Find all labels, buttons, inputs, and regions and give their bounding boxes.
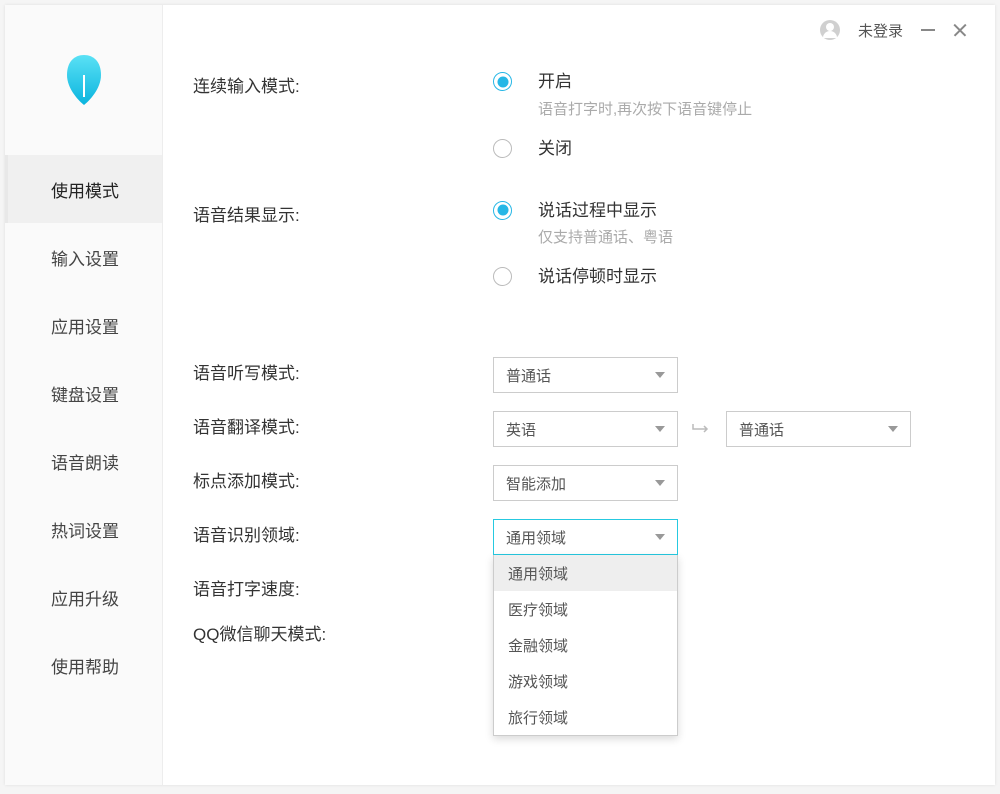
radio-hint: 仅支持普通话、粤语	[538, 226, 673, 247]
radio-input-during[interactable]	[493, 201, 512, 220]
control-punctuation-mode: 智能添加	[493, 465, 965, 501]
sidebar-item-keyboard-settings[interactable]: 键盘设置	[5, 359, 162, 427]
select-value: 通用领域	[506, 527, 655, 548]
radio-text: 开启 语音打字时,再次按下语音键停止	[538, 70, 752, 119]
login-status[interactable]: 未登录	[858, 20, 903, 41]
dropdown-item-label: 医疗领域	[508, 599, 568, 620]
row-translation-mode: 语音翻译模式: 英语 普通话	[193, 411, 965, 447]
label-voice-result-display: 语音结果显示:	[193, 199, 493, 226]
radio-label: 开启	[538, 70, 752, 94]
row-punctuation-mode: 标点添加模式: 智能添加	[193, 465, 965, 501]
radio-label: 说话过程中显示	[538, 199, 673, 223]
sidebar-item-help[interactable]: 使用帮助	[5, 631, 162, 699]
sidebar-item-label: 语音朗读	[51, 449, 119, 474]
label-dictation-mode: 语音听写模式:	[193, 357, 493, 384]
radio-label: 说话停顿时显示	[538, 265, 657, 289]
sidebar-item-app-upgrade[interactable]: 应用升级	[5, 563, 162, 631]
row-voice-result-display: 语音结果显示: 说话过程中显示 仅支持普通话、粤语 说话停顿时显示	[193, 199, 965, 290]
radio-text: 说话停顿时显示	[538, 265, 657, 289]
chevron-down-icon	[655, 426, 665, 432]
sidebar-item-usage-mode[interactable]: 使用模式	[5, 155, 162, 223]
control-continuous-input: 开启 语音打字时,再次按下语音键停止 关闭	[493, 70, 965, 161]
dropdown-item-finance[interactable]: 金融领域	[494, 627, 677, 663]
select-value: 英语	[506, 419, 655, 440]
label-continuous-input: 连续输入模式:	[193, 70, 493, 97]
select-value: 智能添加	[506, 473, 655, 494]
radio-text: 关闭	[538, 137, 572, 161]
dropdown-item-travel[interactable]: 旅行领域	[494, 699, 677, 735]
sidebar-item-label: 应用升级	[51, 585, 119, 610]
dropdown-item-label: 游戏领域	[508, 671, 568, 692]
dropdown-item-label: 旅行领域	[508, 707, 568, 728]
close-icon	[953, 23, 967, 37]
control-dictation-mode: 普通话	[493, 357, 965, 393]
dropdown-recognition-domain: 通用领域 医疗领域 金融领域 游戏领域 旅行领域	[493, 555, 678, 736]
control-recognition-domain: 通用领域 通用领域 医疗领域 金融领域 游戏领域	[493, 519, 965, 555]
radio-option-off[interactable]: 关闭	[493, 137, 965, 161]
select-punctuation-mode[interactable]: 智能添加	[493, 465, 678, 501]
logo-area	[5, 5, 162, 155]
select-value: 普通话	[506, 365, 655, 386]
radio-option-on[interactable]: 开启 语音打字时,再次按下语音键停止	[493, 70, 965, 119]
control-voice-result-display: 说话过程中显示 仅支持普通话、粤语 说话停顿时显示	[493, 199, 965, 290]
chevron-down-icon	[655, 372, 665, 378]
row-recognition-domain: 语音识别领域: 通用领域 通用领域 医疗领域 金融领域	[193, 519, 965, 555]
select-dictation-mode[interactable]: 普通话	[493, 357, 678, 393]
chevron-down-icon	[888, 426, 898, 432]
row-continuous-input: 连续输入模式: 开启 语音打字时,再次按下语音键停止 关闭	[193, 70, 965, 161]
chevron-down-icon	[655, 534, 665, 540]
sidebar-item-voice-reading[interactable]: 语音朗读	[5, 427, 162, 495]
dropdown-item-general[interactable]: 通用领域	[494, 555, 677, 591]
label-punctuation-mode: 标点添加模式:	[193, 465, 493, 492]
select-translation-from[interactable]: 英语	[493, 411, 678, 447]
content-area: 连续输入模式: 开启 语音打字时,再次按下语音键停止 关闭	[163, 5, 995, 785]
titlebar: 未登录	[820, 5, 995, 55]
sidebar-item-app-settings[interactable]: 应用设置	[5, 291, 162, 359]
label-typing-speed: 语音打字速度:	[193, 573, 493, 600]
dropdown-item-label: 金融领域	[508, 635, 568, 656]
select-translation-to[interactable]: 普通话	[726, 411, 911, 447]
label-recognition-domain: 语音识别领域:	[193, 519, 493, 546]
sidebar-item-label: 键盘设置	[51, 381, 119, 406]
chevron-down-icon	[655, 480, 665, 486]
sidebar-item-hotwords[interactable]: 热词设置	[5, 495, 162, 563]
sidebar-item-label: 使用模式	[51, 177, 119, 202]
radio-text: 说话过程中显示 仅支持普通话、粤语	[538, 199, 673, 248]
label-chat-mode: QQ微信聊天模式:	[193, 618, 493, 645]
select-recognition-domain[interactable]: 通用领域	[493, 519, 678, 555]
sidebar-item-label: 应用设置	[51, 313, 119, 338]
radio-option-pause[interactable]: 说话停顿时显示	[493, 265, 965, 289]
radio-label: 关闭	[538, 137, 572, 161]
minimize-icon	[921, 29, 935, 31]
radio-hint: 语音打字时,再次按下语音键停止	[538, 98, 752, 119]
select-value: 普通话	[739, 419, 888, 440]
label-translation-mode: 语音翻译模式:	[193, 411, 493, 438]
dropdown-item-label: 通用领域	[508, 563, 568, 584]
avatar-icon[interactable]	[820, 20, 840, 40]
sidebar-item-label: 热词设置	[51, 517, 119, 542]
arrow-right-icon	[690, 419, 714, 439]
sidebar-item-input-settings[interactable]: 输入设置	[5, 223, 162, 291]
app-logo-icon	[63, 51, 105, 109]
dropdown-item-medical[interactable]: 医疗领域	[494, 591, 677, 627]
sidebar: 使用模式 输入设置 应用设置 键盘设置 语音朗读 热词设置 应用升级 使用帮助	[5, 5, 163, 785]
app-window: 未登录 使用模式 输入设置	[5, 5, 995, 785]
dropdown-item-gaming[interactable]: 游戏领域	[494, 663, 677, 699]
row-dictation-mode: 语音听写模式: 普通话	[193, 357, 965, 393]
minimize-button[interactable]	[921, 23, 935, 37]
radio-option-during[interactable]: 说话过程中显示 仅支持普通话、粤语	[493, 199, 965, 248]
sidebar-item-label: 使用帮助	[51, 653, 119, 678]
radio-input-on[interactable]	[493, 72, 512, 91]
radio-input-off[interactable]	[493, 139, 512, 158]
sidebar-item-label: 输入设置	[51, 245, 119, 270]
close-button[interactable]	[953, 23, 967, 37]
control-translation-mode: 英语 普通话	[493, 411, 965, 447]
radio-input-pause[interactable]	[493, 267, 512, 286]
